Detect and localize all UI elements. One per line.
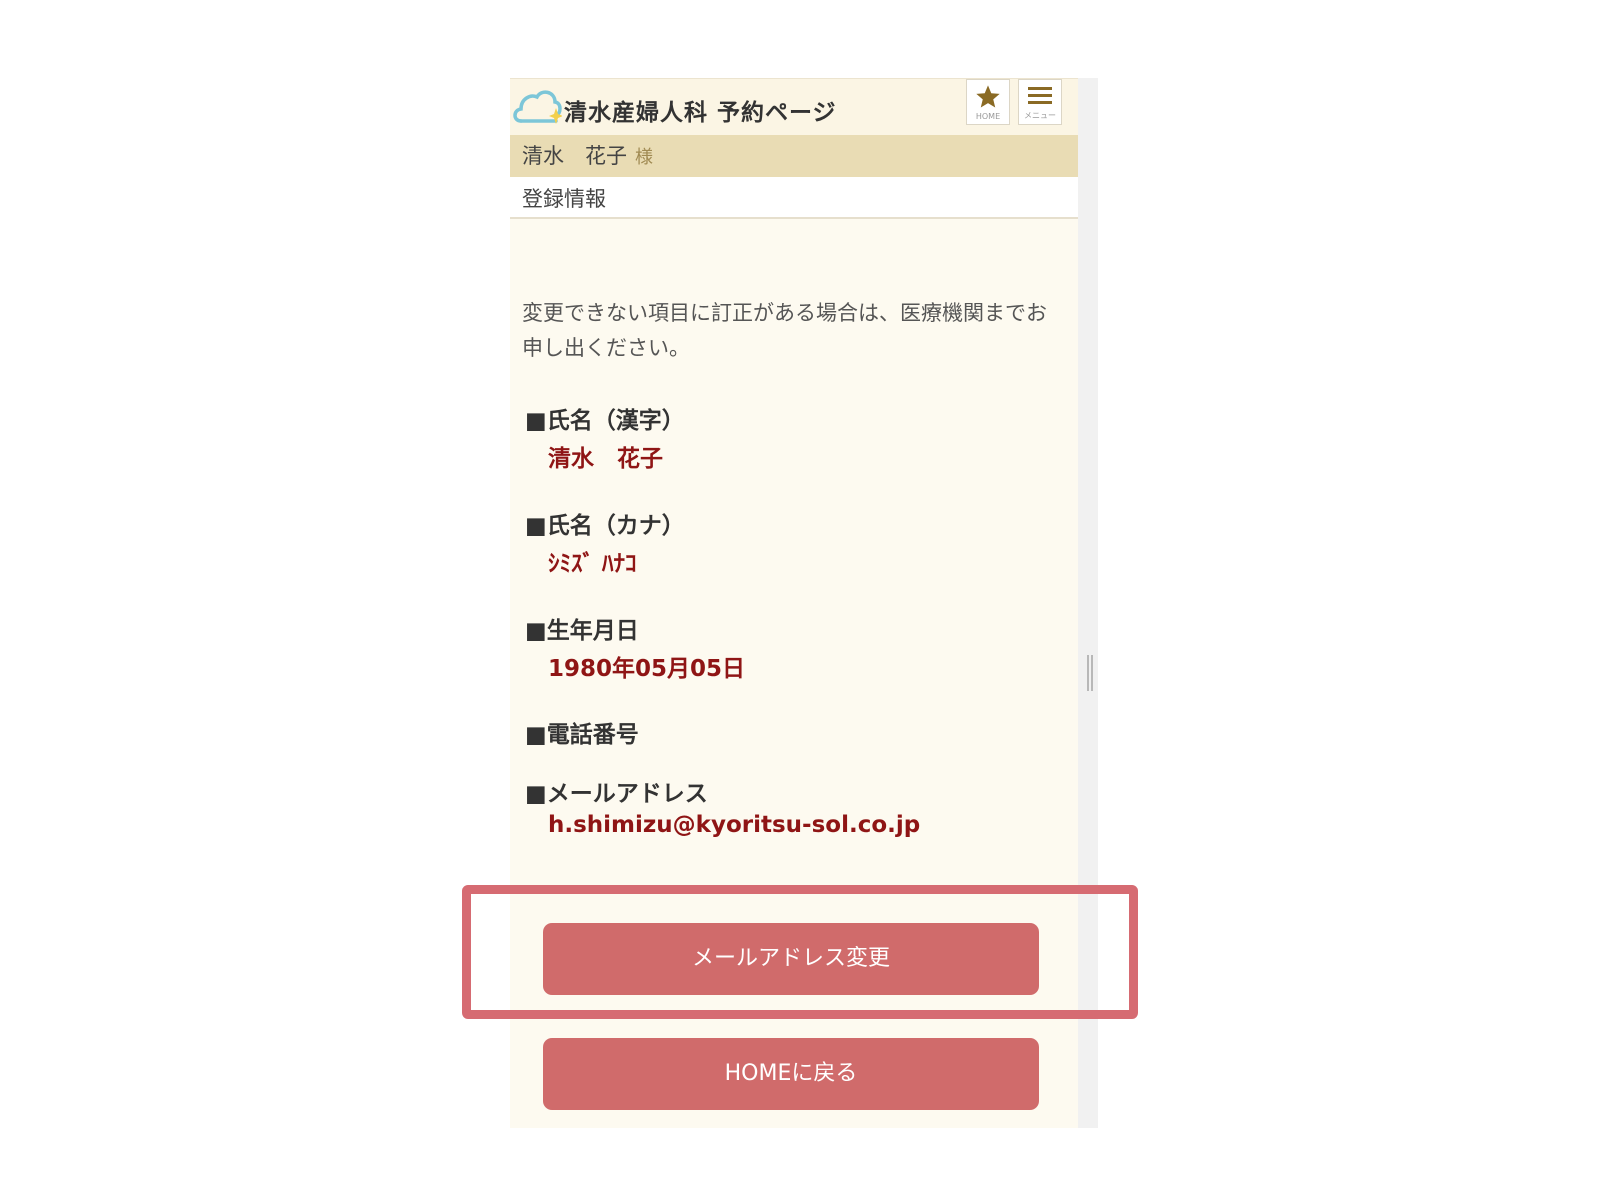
header-bar: 清水産婦人科 予約ページ HOME メニュー (510, 78, 1078, 136)
field-value-name-kana: ｼﾐｽﾞ ﾊﾅｺ (548, 551, 637, 577)
menu-button[interactable]: メニュー (1018, 79, 1062, 125)
field-value-name-kanji: 清水 花子 (548, 446, 663, 472)
field-label-email: ■メールアドレス (525, 781, 708, 807)
field-value-email: h.shimizu@kyoritsu-sol.co.jp (548, 812, 921, 838)
highlight-frame (462, 885, 1138, 1019)
field-label-birthdate: ■生年月日 (525, 618, 639, 644)
star-icon (976, 85, 1000, 108)
user-name-bar: 清水 花子様 (510, 135, 1078, 177)
cloud-logo-icon (513, 90, 562, 124)
scrollbar-thumb[interactable] (1087, 655, 1093, 691)
section-title: 登録情報 (510, 177, 1078, 219)
menu-button-label: メニュー (1024, 111, 1056, 120)
notice-text: 変更できない項目に訂正がある場合は、医療機関までお申し出ください。 (522, 301, 1047, 360)
home-button-label: HOME (975, 112, 1001, 121)
field-label-name-kana: ■氏名（カナ） (525, 513, 685, 539)
back-home-button[interactable]: HOMEに戻る (543, 1038, 1039, 1110)
hamburger-icon (1028, 87, 1052, 104)
user-name: 清水 花子 (522, 144, 627, 168)
field-value-birthdate: 1980年05月05日 (548, 656, 746, 682)
clinic-title: 清水産婦人科 予約ページ (564, 100, 837, 126)
field-label-name-kanji: ■氏名（漢字） (525, 408, 685, 434)
honorific: 様 (635, 147, 653, 168)
field-label-phone: ■電話番号 (525, 722, 639, 748)
home-button[interactable]: HOME (966, 79, 1010, 125)
